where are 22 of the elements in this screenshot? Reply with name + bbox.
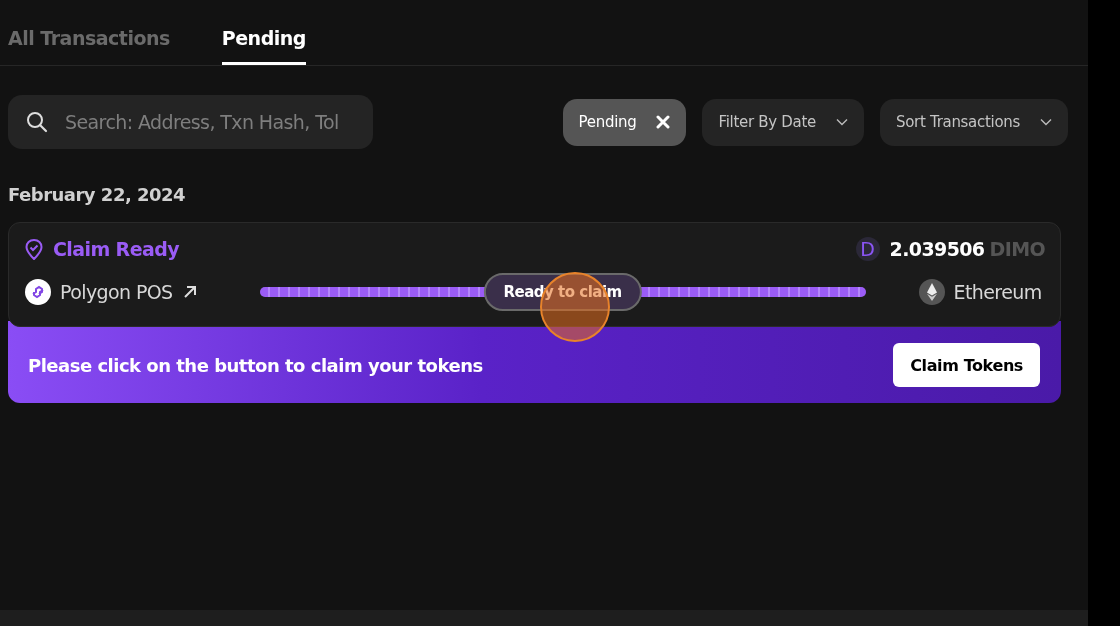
banner-message: Please click on the button to claim your tokens <box>28 354 484 376</box>
date-heading: February 22, 2024 <box>8 184 187 205</box>
chain-logo-icon <box>25 279 51 305</box>
token-amount: 2.039506 <box>889 238 985 260</box>
arrow-up-right-icon[interactable] <box>182 285 197 299</box>
status-label: Claim Ready <box>53 238 179 260</box>
tab[interactable]: Pending <box>221 0 306 65</box>
shield-check-icon <box>25 238 43 260</box>
ethereum-icon <box>918 279 945 305</box>
destination-chain: Ethereum <box>953 281 1042 303</box>
token-icon: D <box>855 237 880 261</box>
chevron-down-icon <box>1040 118 1052 126</box>
claim-tokens-button[interactable]: Claim Tokens <box>893 343 1040 387</box>
search-icon <box>26 111 48 133</box>
token-symbol: DIMO <box>989 238 1045 260</box>
source-chain: Polygon POS <box>60 281 173 303</box>
chevron-down-icon <box>835 118 848 126</box>
search-field[interactable]: Search: Address, Txn Hash, Tol <box>8 95 373 149</box>
close-icon <box>656 115 671 129</box>
dropdown-button[interactable]: Sort Transactions <box>879 98 1068 146</box>
dropdown-button[interactable]: Filter By Date <box>702 98 864 146</box>
filter-chip[interactable]: Pending <box>562 98 687 146</box>
